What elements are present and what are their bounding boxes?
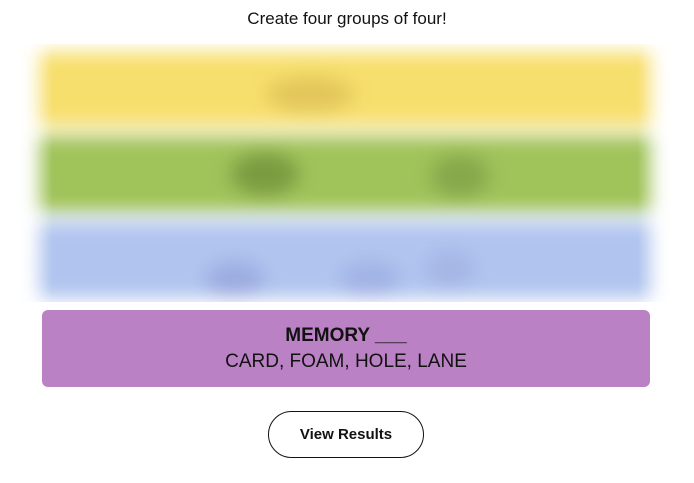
solved-group-members: CARD, FOAM, HOLE, LANE <box>225 351 467 372</box>
instructions-text: Create four groups of four! <box>247 9 447 28</box>
view-results-button[interactable]: View Results <box>268 411 424 458</box>
game-page: Create four groups of four! MEMORY ___ C… <box>0 0 694 483</box>
solved-group-title: MEMORY ___ <box>285 325 407 346</box>
blurred-board <box>20 44 670 302</box>
blurred-board-graphic <box>20 44 670 302</box>
solved-group-purple: MEMORY ___ CARD, FOAM, HOLE, LANE <box>42 310 650 387</box>
